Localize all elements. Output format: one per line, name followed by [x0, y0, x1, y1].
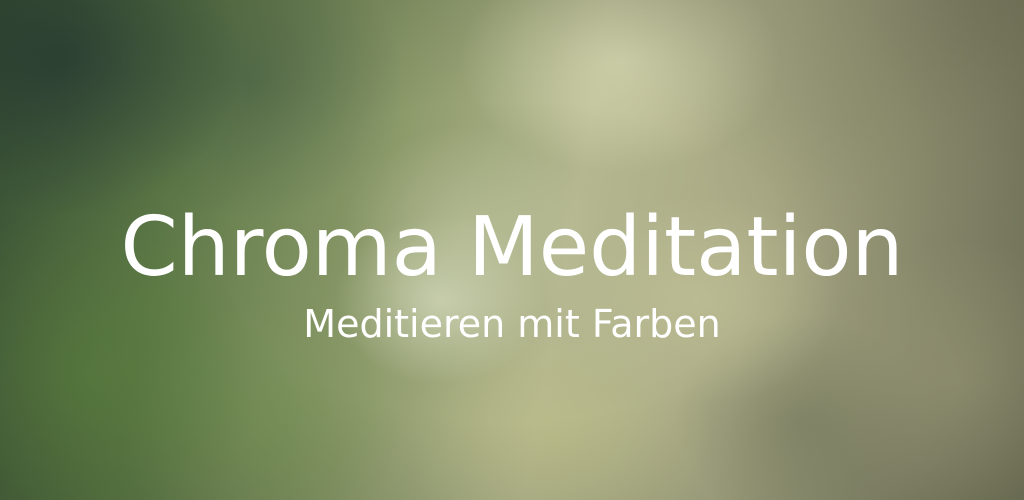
- feature-banner: Chroma Meditation Meditieren mit Farben: [0, 0, 1024, 500]
- title-block: Chroma Meditation Meditieren mit Farben: [0, 198, 1024, 348]
- app-subtitle: Meditieren mit Farben: [303, 302, 721, 346]
- app-title: Chroma Meditation: [120, 200, 904, 295]
